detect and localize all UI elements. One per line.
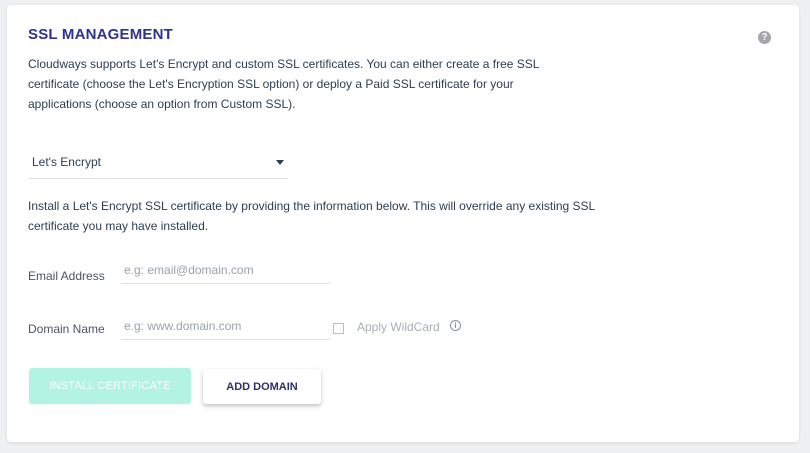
wildcard-label: Apply WildCard bbox=[357, 320, 440, 334]
email-input[interactable] bbox=[121, 257, 331, 284]
domain-input[interactable] bbox=[121, 313, 331, 340]
install-certificate-button[interactable]: INSTALL CERTIFICATE bbox=[29, 368, 191, 404]
section-title: SSL MANAGEMENT bbox=[28, 26, 174, 43]
add-domain-button[interactable]: ADD DOMAIN bbox=[203, 369, 321, 404]
ssl-management-card: SSL MANAGEMENT ? Cloudways supports Let'… bbox=[7, 5, 799, 442]
ssl-type-select[interactable]: Let's Encrypt bbox=[28, 144, 288, 179]
domain-label: Domain Name bbox=[28, 322, 105, 336]
info-circle-icon[interactable]: i bbox=[450, 320, 461, 331]
section-description: Cloudways supports Let's Encrypt and cus… bbox=[28, 57, 540, 111]
wildcard-checkbox[interactable] bbox=[333, 323, 344, 334]
question-circle-icon[interactable]: ? bbox=[758, 31, 771, 44]
caret-down-icon bbox=[276, 160, 284, 165]
install-note: Install a Let's Encrypt SSL certificate … bbox=[28, 199, 595, 233]
email-label: Email Address bbox=[28, 269, 105, 283]
ssl-type-selected-value: Let's Encrypt bbox=[32, 155, 101, 169]
